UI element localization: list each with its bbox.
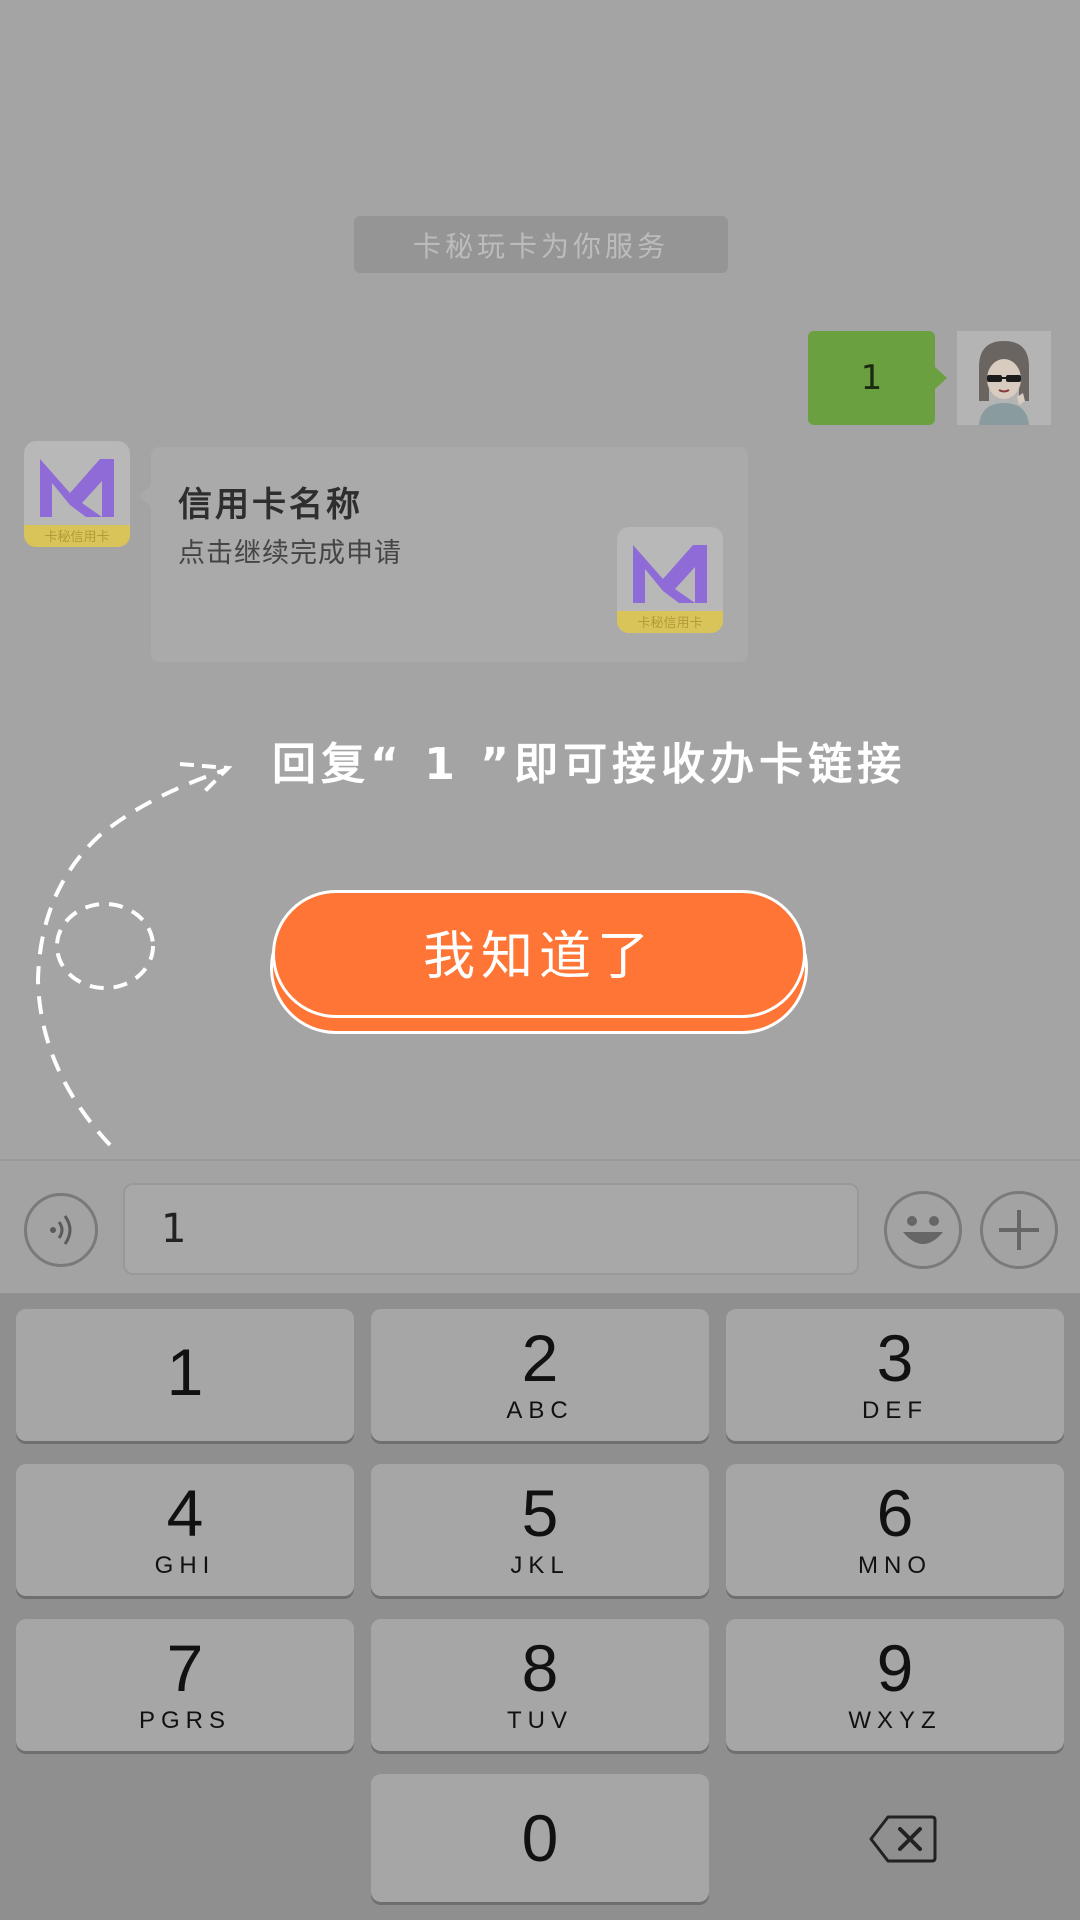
key-number: 0 — [521, 1801, 559, 1875]
card-title: 信用卡名称 — [178, 485, 363, 525]
user-avatar-illustration — [957, 331, 1051, 425]
user-avatar[interactable] — [957, 331, 1051, 425]
system-notice: 卡秘玩卡为你服务 — [354, 216, 728, 273]
key-0[interactable]: 0 — [371, 1774, 709, 1902]
message-input-value: 1 — [161, 1206, 187, 1252]
key-number: 9 — [876, 1631, 914, 1705]
user-message-bubble[interactable]: 1 — [808, 331, 947, 425]
logo-caption: 卡秘信用卡 — [637, 616, 702, 631]
voice-icon — [50, 1215, 72, 1245]
key-number: 6 — [876, 1476, 914, 1550]
bot-avatar[interactable]: 卡秘信用卡 — [24, 441, 130, 547]
key-letters: JKL — [510, 1552, 570, 1579]
got-it-label: 我知道了 — [422, 926, 655, 987]
backspace-button[interactable] — [868, 1813, 938, 1869]
reply-hint: 回复“ 1 ”即可接收办卡链接 — [272, 739, 907, 790]
key-letters: MNO — [858, 1552, 932, 1579]
key-letters: WXYZ — [848, 1707, 942, 1734]
dashed-arrow-icon — [35, 762, 233, 1147]
backspace-icon — [869, 1815, 937, 1863]
voice-button[interactable] — [24, 1193, 98, 1267]
key-5[interactable]: 5 JKL — [371, 1464, 709, 1596]
card-logo: 卡秘信用卡 — [617, 527, 723, 633]
key-letters: GHI — [154, 1552, 216, 1579]
user-message-text: 1 — [860, 358, 883, 398]
message-input[interactable]: 1 — [123, 1183, 859, 1275]
key-6[interactable]: 6 MNO — [726, 1464, 1064, 1596]
logo-caption: 卡秘信用卡 — [44, 530, 109, 545]
key-letters: TUV — [507, 1707, 573, 1734]
key-3[interactable]: 3 DEF — [726, 1309, 1064, 1441]
plus-button[interactable] — [980, 1191, 1058, 1269]
key-number: 8 — [521, 1631, 559, 1705]
key-2[interactable]: 2 ABC — [371, 1309, 709, 1441]
key-number: 2 — [521, 1321, 559, 1395]
key-letters: PGRS — [138, 1707, 231, 1734]
emoji-icon — [903, 1216, 943, 1244]
got-it-button[interactable]: 我知道了 — [272, 890, 806, 1018]
kami-logo-icon: 卡秘信用卡 — [24, 441, 130, 547]
key-9[interactable]: 9 WXYZ — [726, 1619, 1064, 1751]
key-1[interactable]: 1 — [16, 1309, 354, 1441]
key-number: 5 — [521, 1476, 559, 1550]
key-7[interactable]: 7 PGRS — [16, 1619, 354, 1751]
key-number: 1 — [166, 1335, 204, 1409]
key-4[interactable]: 4 GHI — [16, 1464, 354, 1596]
key-8[interactable]: 8 TUV — [371, 1619, 709, 1751]
key-number: 3 — [876, 1321, 914, 1395]
key-letters: DEF — [862, 1397, 928, 1424]
kami-logo-icon: 卡秘信用卡 — [617, 527, 723, 633]
key-letters: ABC — [506, 1397, 574, 1424]
card-subtitle: 点击继续完成申请 — [178, 538, 402, 569]
key-number: 7 — [166, 1631, 204, 1705]
plus-icon — [999, 1210, 1039, 1250]
key-number: 4 — [166, 1476, 204, 1550]
emoji-button[interactable] — [884, 1191, 962, 1269]
chat-input-bar: 1 — [0, 1159, 1080, 1295]
credit-card-message[interactable]: 信用卡名称 点击继续完成申请 卡秘信用卡 — [139, 447, 748, 662]
